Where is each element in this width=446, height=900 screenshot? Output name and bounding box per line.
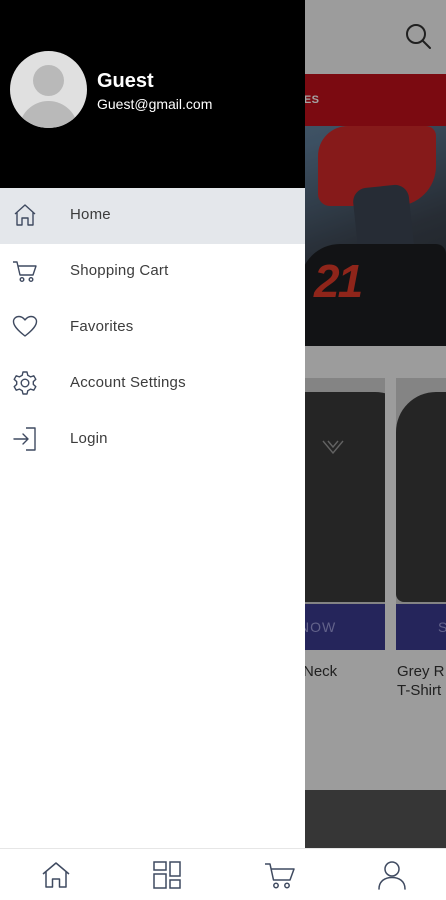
menu-item-home[interactable]: Home xyxy=(0,188,305,244)
menu-item-shopping-cart[interactable]: Shopping Cart xyxy=(0,244,305,300)
drawer-menu: Home Shopping Cart Favorites Account Set… xyxy=(0,188,305,468)
menu-item-label: Login xyxy=(70,430,108,447)
menu-item-label: Account Settings xyxy=(70,374,186,391)
cart-icon xyxy=(265,863,295,889)
nav-home-button[interactable] xyxy=(40,859,72,891)
menu-item-account-settings[interactable]: Account Settings xyxy=(0,356,305,412)
home-icon xyxy=(14,204,36,226)
home-icon xyxy=(42,862,70,888)
menu-item-label: Shopping Cart xyxy=(70,262,169,279)
nav-categories-button[interactable] xyxy=(151,859,183,891)
bottom-navigation xyxy=(0,848,446,900)
profile-icon xyxy=(378,861,406,890)
menu-item-favorites[interactable]: Favorites xyxy=(0,300,305,356)
drawer-header: Guest Guest@gmail.com xyxy=(0,0,305,188)
menu-item-login[interactable]: Login xyxy=(0,412,305,468)
menu-item-label: Favorites xyxy=(70,318,134,335)
cart-icon xyxy=(13,261,37,283)
gear-icon xyxy=(13,371,37,395)
navigation-drawer: Guest Guest@gmail.com Home Shopping Cart… xyxy=(0,0,305,848)
avatar[interactable] xyxy=(10,51,87,128)
menu-item-label: Home xyxy=(70,206,111,223)
avatar-body-shape xyxy=(19,101,78,128)
login-icon xyxy=(13,427,36,451)
nav-cart-button[interactable] xyxy=(264,859,296,891)
categories-icon xyxy=(153,861,181,889)
heart-icon xyxy=(12,315,38,337)
user-name: Guest xyxy=(97,70,154,92)
nav-profile-button[interactable] xyxy=(376,859,408,891)
user-email: Guest@gmail.com xyxy=(97,96,213,112)
avatar-head-shape xyxy=(33,65,64,96)
